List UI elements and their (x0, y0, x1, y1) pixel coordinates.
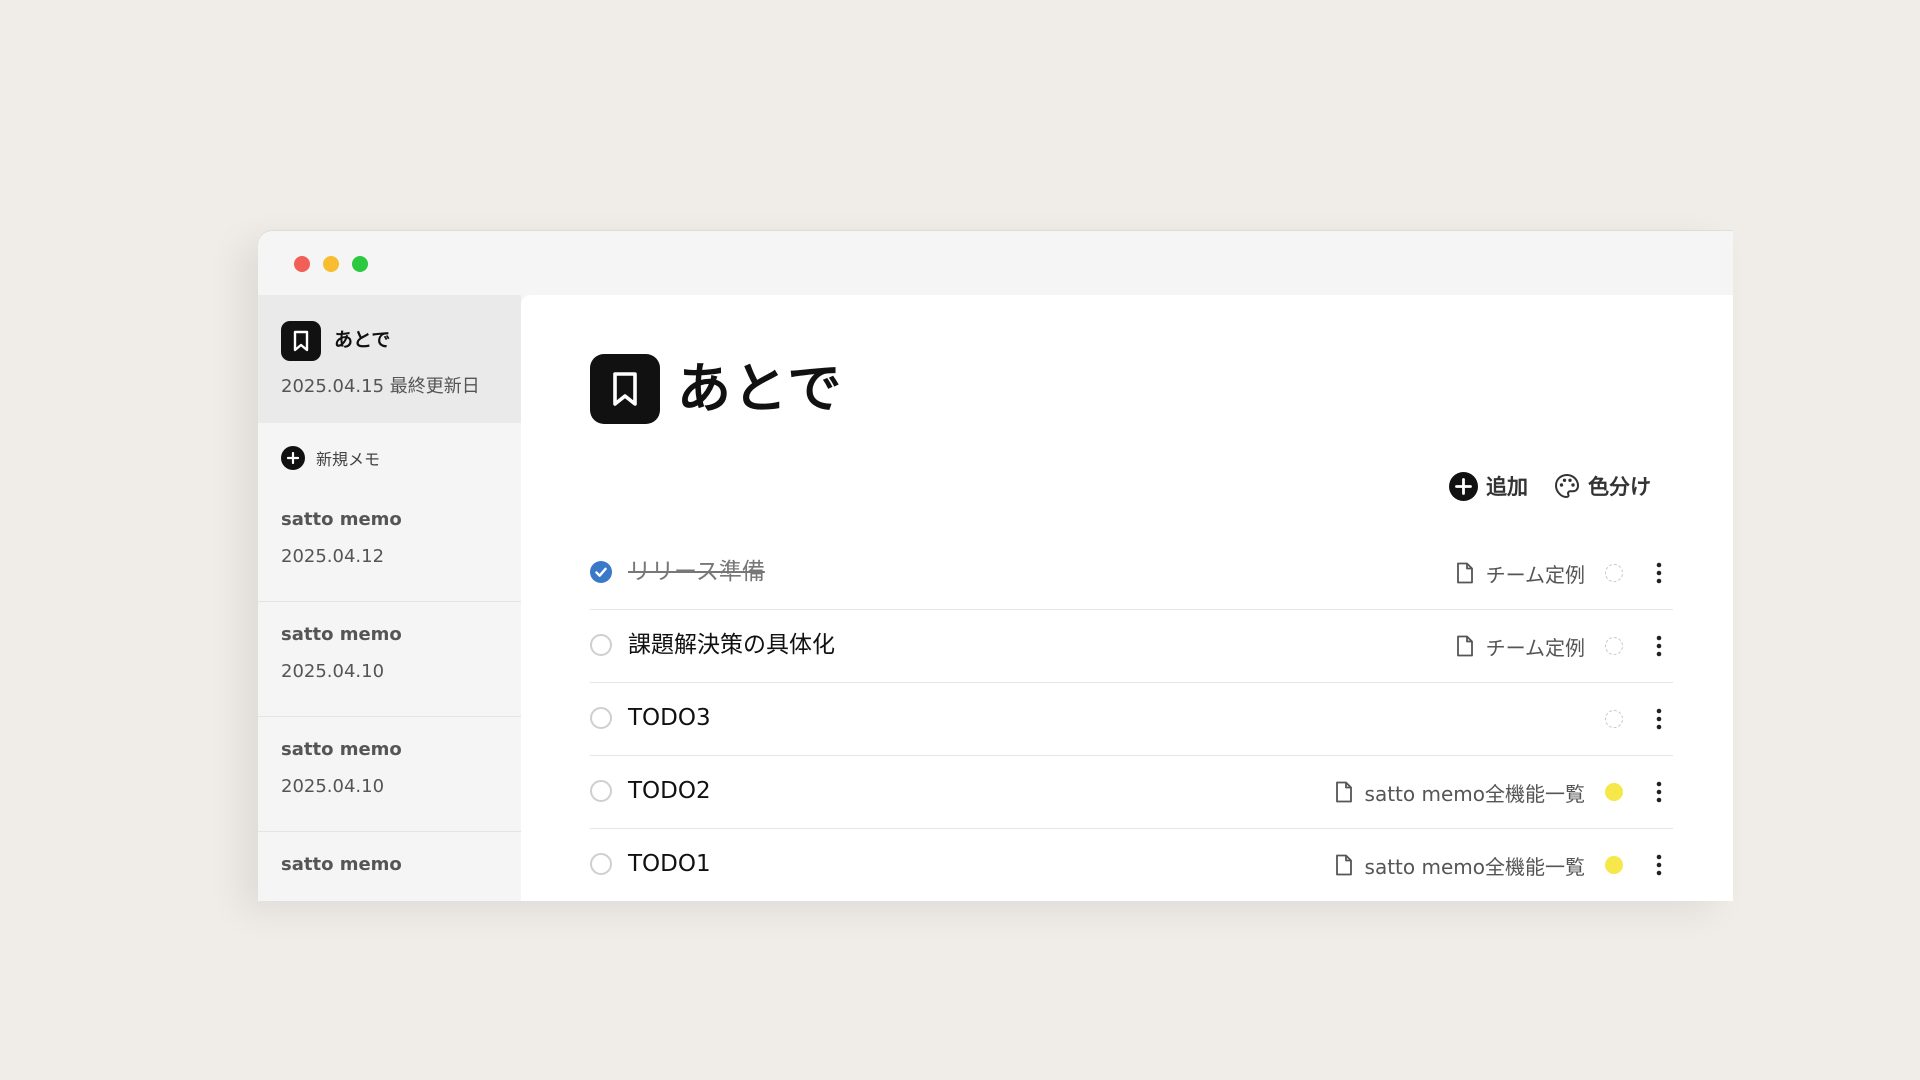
color-tag-yellow[interactable] (1605, 856, 1623, 874)
sidebar: あとで 2025.04.15 最終更新日 新規メモ satto memo 202… (258, 295, 521, 901)
color-tag-empty[interactable] (1605, 710, 1623, 728)
add-button[interactable]: 追加 (1449, 471, 1528, 501)
todo-row: TODO3 (590, 683, 1673, 756)
memo-date: 2025.04.10 (281, 776, 385, 797)
memo-name: satto memo (281, 739, 402, 760)
todo-text[interactable]: TODO2 (628, 776, 711, 806)
sidebar-memo-item[interactable]: satto memo 2025.04.10 (258, 717, 521, 832)
bookmark-icon (590, 354, 660, 424)
bookmark-icon (281, 321, 321, 361)
todo-row: リリース準備 チーム定例 (590, 537, 1673, 610)
add-label: 追加 (1486, 475, 1528, 499)
color-tag-empty[interactable] (1605, 564, 1623, 582)
sidebar-current-title: あとで (334, 329, 391, 351)
memo-name: satto memo (281, 509, 402, 530)
toolbar: 追加 色分け (1449, 471, 1651, 501)
todo-text[interactable]: リリース準備 (628, 557, 765, 587)
sidebar-current-page[interactable]: あとで 2025.04.15 最終更新日 (258, 295, 521, 423)
linked-document-name: チーム定例 (1485, 562, 1585, 587)
color-tag-empty[interactable] (1605, 637, 1623, 655)
todo-text[interactable]: 課題解決策の具体化 (628, 630, 835, 660)
title-bar (258, 231, 1733, 295)
todo-row: 課題解決策の具体化 チーム定例 (590, 610, 1673, 683)
todo-row: TODO2 satto memo全機能一覧 (590, 756, 1673, 829)
document-icon (1456, 635, 1474, 657)
sidebar-memo-item[interactable]: satto memo 2025.04.12 (258, 487, 521, 602)
plus-circle-icon (281, 446, 305, 470)
app-window: あとで 2025.04.15 最終更新日 新規メモ satto memo 202… (258, 231, 1733, 901)
close-window-button[interactable] (294, 256, 310, 272)
memo-date: 2025.04.10 (281, 661, 385, 682)
todo-checkbox[interactable] (590, 853, 612, 875)
memo-name: satto memo (281, 854, 402, 875)
linked-document[interactable]: satto memo全機能一覧 (1335, 851, 1585, 880)
todo-meta: satto memo全機能一覧 (1335, 756, 1673, 828)
linked-document[interactable]: チーム定例 (1456, 559, 1585, 588)
linked-document-name: チーム定例 (1485, 635, 1585, 660)
todo-meta: チーム定例 (1456, 610, 1673, 682)
checkmark-icon (595, 567, 607, 577)
linked-document-name: satto memo全機能一覧 (1364, 781, 1585, 806)
todo-checkbox-checked[interactable] (590, 561, 612, 583)
color-code-label: 色分け (1588, 475, 1651, 499)
zoom-window-button[interactable] (352, 256, 368, 272)
document-icon (1456, 562, 1474, 584)
todo-text[interactable]: TODO1 (628, 849, 711, 879)
todo-meta: satto memo全機能一覧 (1335, 829, 1673, 901)
more-options-icon[interactable] (1651, 707, 1667, 731)
minimize-window-button[interactable] (323, 256, 339, 272)
more-options-icon[interactable] (1651, 561, 1667, 585)
todo-checkbox[interactable] (590, 634, 612, 656)
document-icon (1335, 854, 1353, 876)
new-memo-label: 新規メモ (316, 450, 381, 469)
linked-document[interactable]: チーム定例 (1456, 632, 1585, 661)
linked-document[interactable]: satto memo全機能一覧 (1335, 778, 1585, 807)
main-content: あとで 追加 色分け リリース準備 チーム定例 課題解決策の具体化 チーム定例 … (521, 295, 1733, 901)
todo-checkbox[interactable] (590, 707, 612, 729)
todo-list: リリース準備 チーム定例 課題解決策の具体化 チーム定例 TODO3 TODO2… (590, 537, 1673, 901)
sidebar-memo-item[interactable]: satto memo 2025.04.10 (258, 602, 521, 717)
todo-row: TODO1 satto memo全機能一覧 (590, 829, 1673, 901)
todo-meta (1605, 683, 1673, 755)
memo-name: satto memo (281, 624, 402, 645)
linked-document-name: satto memo全機能一覧 (1364, 854, 1585, 879)
todo-text[interactable]: TODO3 (628, 703, 711, 733)
plus-circle-icon (1449, 471, 1478, 501)
memo-date: 2025.04.12 (281, 546, 385, 567)
sidebar-current-date: 2025.04.15 最終更新日 (281, 376, 480, 397)
color-tag-yellow[interactable] (1605, 783, 1623, 801)
document-icon (1335, 781, 1353, 803)
page-title: あとで (677, 357, 844, 420)
todo-checkbox[interactable] (590, 780, 612, 802)
more-options-icon[interactable] (1651, 853, 1667, 877)
color-code-button[interactable]: 色分け (1554, 471, 1651, 501)
sidebar-memo-item[interactable]: satto memo (258, 832, 521, 901)
new-memo-button[interactable]: 新規メモ (281, 446, 380, 470)
more-options-icon[interactable] (1651, 634, 1667, 658)
palette-icon (1554, 473, 1580, 499)
todo-meta: チーム定例 (1456, 537, 1673, 609)
more-options-icon[interactable] (1651, 780, 1667, 804)
